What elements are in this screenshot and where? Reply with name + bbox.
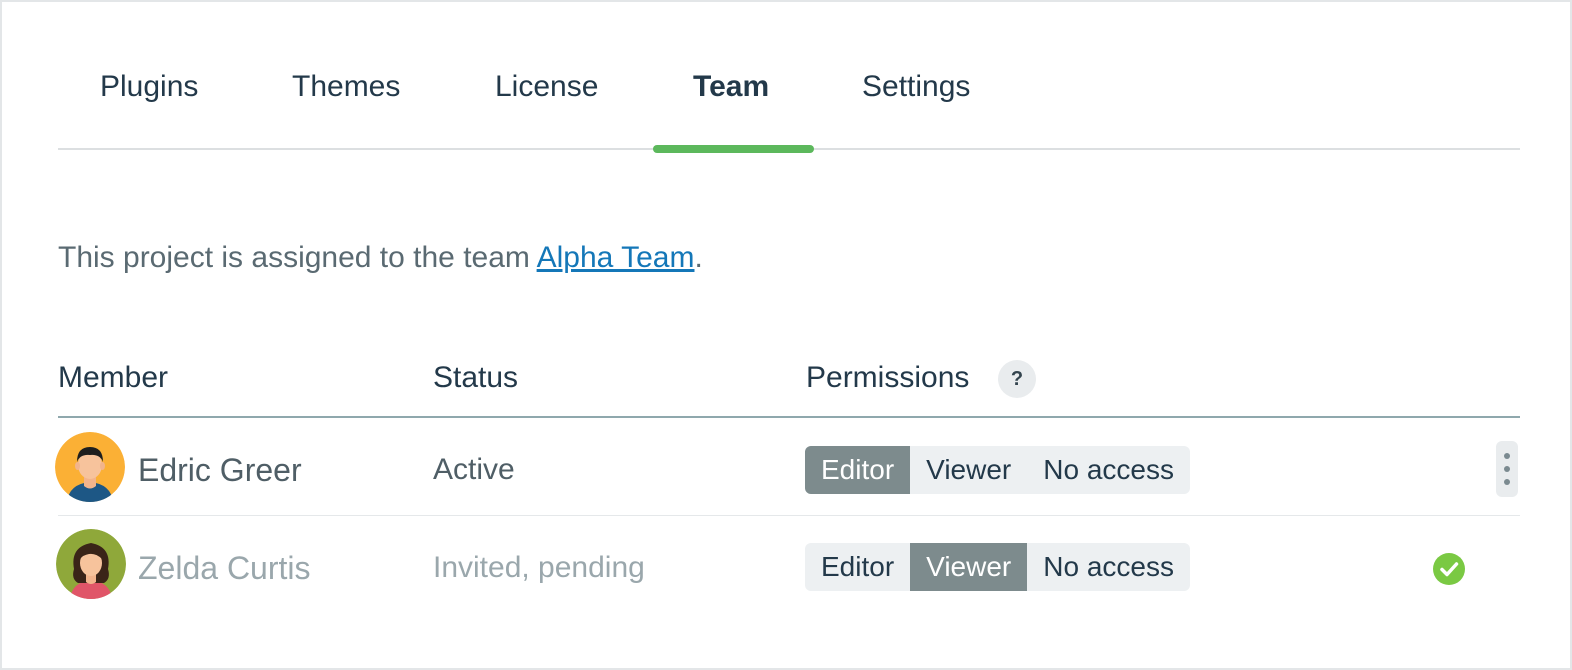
active-tab-indicator bbox=[653, 145, 814, 153]
permission-editor[interactable]: Editor bbox=[805, 446, 911, 494]
member-column-header: Member bbox=[58, 361, 169, 394]
help-icon[interactable]: ? bbox=[998, 360, 1036, 398]
permission-viewer[interactable]: Viewer bbox=[910, 446, 1027, 494]
member-status: Active bbox=[433, 453, 515, 486]
permission-no-access[interactable]: No access bbox=[1027, 446, 1190, 494]
check-circle-icon bbox=[1433, 553, 1465, 585]
team-assignment-text: This project is assigned to the team Alp… bbox=[58, 238, 703, 278]
permission-selector: Editor Viewer No access bbox=[805, 543, 1190, 591]
tab-license[interactable]: License bbox=[495, 66, 598, 108]
member-name: Zelda Curtis bbox=[138, 550, 311, 586]
permission-editor[interactable]: Editor bbox=[805, 543, 910, 591]
tab-themes[interactable]: Themes bbox=[292, 66, 400, 108]
kebab-dot bbox=[1504, 466, 1510, 472]
tab-settings[interactable]: Settings bbox=[862, 66, 970, 108]
kebab-dot bbox=[1504, 453, 1510, 459]
intro-text: This project is assigned to the team bbox=[58, 241, 537, 274]
team-link[interactable]: Alpha Team bbox=[537, 241, 695, 274]
kebab-dot bbox=[1504, 479, 1510, 485]
member-name: Edric Greer bbox=[138, 452, 302, 488]
more-options-button[interactable] bbox=[1496, 441, 1518, 497]
tab-team[interactable]: Team bbox=[693, 66, 769, 108]
tab-bar: Plugins Themes License Team Settings bbox=[58, 0, 1520, 153]
member-status: Invited, pending bbox=[433, 551, 645, 584]
permission-selector: Editor Viewer No access bbox=[805, 446, 1190, 494]
permission-no-access[interactable]: No access bbox=[1027, 543, 1190, 591]
row-divider bbox=[58, 515, 1520, 516]
avatar bbox=[55, 432, 125, 502]
intro-suffix: . bbox=[694, 241, 703, 274]
tab-plugins[interactable]: Plugins bbox=[100, 66, 198, 108]
permission-viewer[interactable]: Viewer bbox=[910, 543, 1028, 591]
status-column-header: Status bbox=[433, 361, 519, 394]
avatar bbox=[56, 529, 126, 599]
male-avatar-icon bbox=[55, 432, 125, 502]
header-divider bbox=[58, 416, 1520, 418]
female-avatar-icon bbox=[56, 529, 126, 599]
permissions-column-header: Permissions bbox=[806, 361, 970, 394]
